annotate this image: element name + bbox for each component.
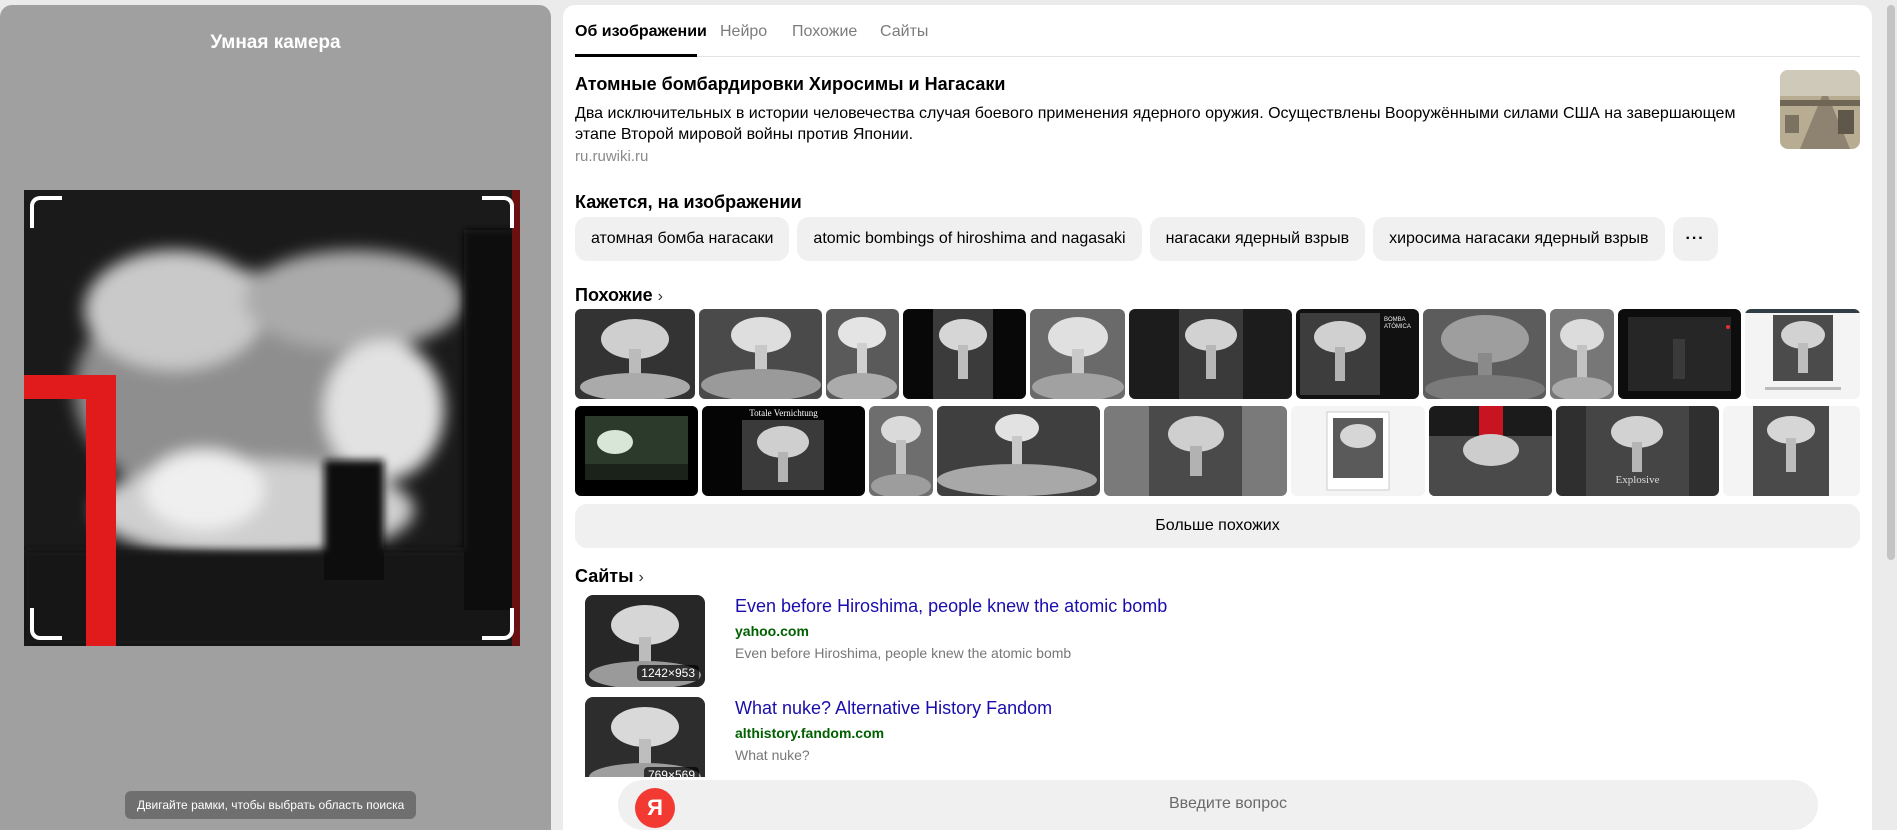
sites-heading-link[interactable]: Сайты › xyxy=(575,566,644,587)
site-thumbnail[interactable]: 1242×953 xyxy=(585,595,705,687)
similar-thumbnail[interactable] xyxy=(1429,406,1552,496)
similar-thumbnail[interactable] xyxy=(903,309,1026,399)
alice-logo-icon[interactable]: Я xyxy=(635,788,675,828)
similar-heading-link[interactable]: Похожие › xyxy=(575,285,663,306)
similar-thumbnail[interactable] xyxy=(575,406,698,496)
similar-thumbnail[interactable] xyxy=(1618,309,1741,399)
chevron-right-icon: › xyxy=(657,288,663,305)
similar-thumbnail[interactable] xyxy=(1550,309,1614,399)
object-description: Два исключительных в истории человечеств… xyxy=(575,105,1736,143)
site-title-link[interactable]: Even before Hiroshima, people knew the a… xyxy=(735,596,1167,617)
similar-thumbnail[interactable] xyxy=(575,309,695,399)
smart-camera-panel: Умная камера Двигайте рамки, чтобы выбра… xyxy=(0,5,551,830)
site-snippet: Even before Hiroshima, people knew the a… xyxy=(735,645,1072,661)
query-image-preview[interactable] xyxy=(24,190,520,646)
similar-thumbnail[interactable] xyxy=(1291,406,1425,496)
tab-similar[interactable]: Похожие xyxy=(792,23,857,41)
crop-handle-top-right[interactable] xyxy=(482,196,514,228)
site-result: 769×569 What nuke? Alternative History F… xyxy=(575,697,1860,777)
object-thumbnail[interactable] xyxy=(1780,70,1860,149)
similar-thumbnail[interactable] xyxy=(699,309,822,399)
more-similar-button[interactable]: Больше похожих xyxy=(575,504,1860,548)
similar-thumbnail[interactable] xyxy=(937,406,1100,496)
question-input[interactable] xyxy=(1038,795,1418,813)
similar-thumbnail[interactable] xyxy=(1129,309,1292,399)
similar-thumbnail[interactable] xyxy=(1104,406,1287,496)
similar-thumbnail[interactable] xyxy=(826,309,899,399)
crop-hint: Двигайте рамки, чтобы выбрать область по… xyxy=(125,791,417,819)
object-title[interactable]: Атомные бомбардировки Хиросимы и Нагасак… xyxy=(575,74,1005,95)
active-tab-indicator xyxy=(575,54,697,57)
page-scrollbar[interactable] xyxy=(1885,0,1897,830)
similar-thumbnail[interactable]: Explosive xyxy=(1556,406,1719,496)
thumbnail-caption: BOMBA ATÓMICA xyxy=(1384,317,1411,330)
scrollbar-thumb[interactable] xyxy=(1887,5,1895,560)
results-panel: Об изображении Нейро Похожие Сайты Атомн… xyxy=(563,5,1872,830)
similar-thumbnail[interactable] xyxy=(1723,406,1860,496)
image-size-badge: 1242×953 xyxy=(637,665,699,681)
site-host-link[interactable]: yahoo.com xyxy=(735,623,809,639)
site-host-link[interactable]: althistory.fandom.com xyxy=(735,725,884,741)
more-tags-button[interactable]: ··· xyxy=(1672,217,1718,261)
ask-bar xyxy=(618,780,1818,830)
tag-chip[interactable]: атомная бомба нагасаки xyxy=(575,217,790,261)
thumbnail-caption: Explosive xyxy=(1615,474,1660,486)
site-thumbnail[interactable]: 769×569 xyxy=(585,697,705,777)
tab-neuro[interactable]: Нейро xyxy=(720,23,767,41)
tab-sites[interactable]: Сайты xyxy=(880,23,928,41)
seems-heading: Кажется, на изображении xyxy=(575,192,802,212)
thumbnail-caption: Totale Vernichtung xyxy=(749,408,818,418)
similar-heading: Похожие xyxy=(575,285,653,305)
image-size-badge: 769×569 xyxy=(643,767,699,777)
tag-chip[interactable]: нагасаки ядерный взрыв xyxy=(1149,217,1366,261)
tag-chip[interactable]: atomic bombings of hiroshima and nagasak… xyxy=(797,217,1142,261)
crop-handle-bottom-left[interactable] xyxy=(30,608,62,640)
query-image xyxy=(24,190,520,646)
object-source-link[interactable]: ru.ruwiki.ru xyxy=(575,148,648,165)
crop-handle-top-left[interactable] xyxy=(30,196,62,228)
site-snippet: What nuke? xyxy=(735,747,810,763)
crop-handle-bottom-right[interactable] xyxy=(482,608,514,640)
similar-thumbnail[interactable] xyxy=(1745,309,1860,399)
tab-bar: Об изображении Нейро Похожие Сайты xyxy=(575,5,1860,57)
site-result: 1242×953 Even before Hiroshima, people k… xyxy=(575,595,1860,687)
similar-thumbnail[interactable] xyxy=(1423,309,1546,399)
sites-heading: Сайты xyxy=(575,566,634,586)
similar-row-2: Totale Vernichtung Explosive xyxy=(575,406,1860,496)
similar-thumbnail[interactable] xyxy=(1030,309,1125,399)
similar-row-1: BOMBA ATÓMICA xyxy=(575,309,1860,399)
similar-thumbnail[interactable] xyxy=(869,406,933,496)
tab-about-image[interactable]: Об изображении xyxy=(575,23,707,41)
chevron-right-icon: › xyxy=(638,569,644,586)
smart-camera-title: Умная камера xyxy=(210,32,341,53)
similar-thumbnail[interactable]: BOMBA ATÓMICA xyxy=(1296,309,1419,399)
tag-chip[interactable]: хиросима нагасаки ядерный взрыв xyxy=(1373,217,1665,261)
site-title-link[interactable]: What nuke? Alternative History Fandom xyxy=(735,698,1052,719)
tag-list: атомная бомба нагасаки atomic bombings o… xyxy=(575,217,1718,261)
similar-thumbnail[interactable]: Totale Vernichtung xyxy=(702,406,865,496)
